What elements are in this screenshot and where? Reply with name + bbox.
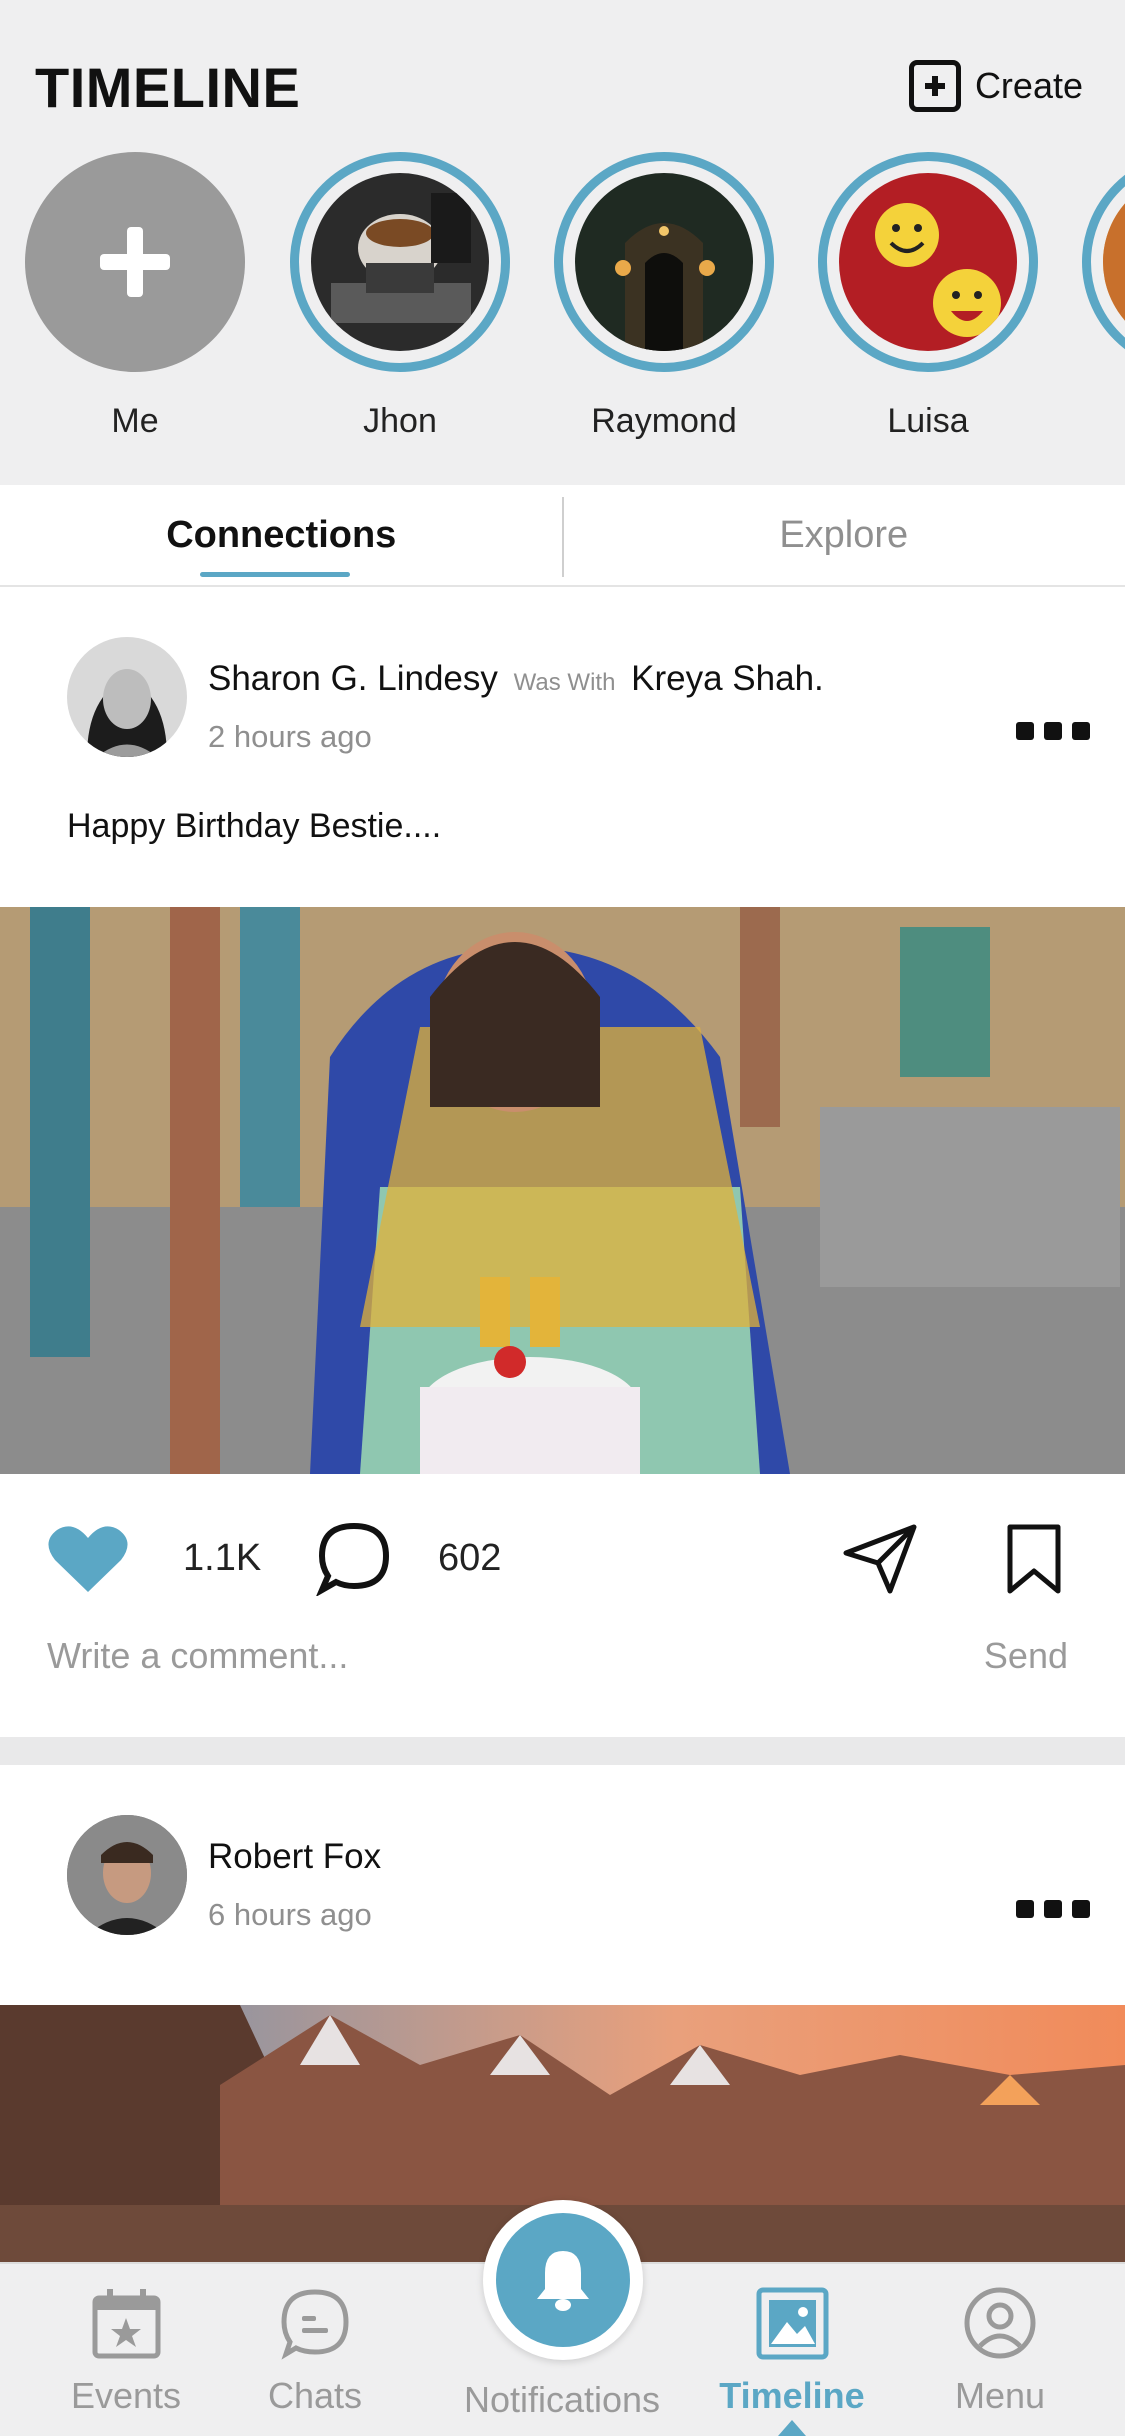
like-count: 1.1K	[183, 1537, 262, 1579]
post-time: 6 hours ago	[208, 1897, 372, 1932]
nav-label: Notifications	[463, 2379, 661, 2420]
story-raymond[interactable]: Raymond	[554, 152, 774, 441]
add-story-plus-icon	[25, 152, 245, 372]
story-name: Me	[111, 402, 159, 440]
post-time: 2 hours ago	[208, 719, 372, 754]
story-jhon[interactable]: Jhon	[290, 152, 510, 441]
stories-row: Me Jhon Raymond Luisa	[0, 152, 1125, 452]
story-ring	[1082, 152, 1125, 372]
user-circle-icon	[963, 2286, 1038, 2361]
chat-bubble-icon	[278, 2286, 353, 2361]
nav-label: Timeline	[719, 2375, 865, 2416]
post-separator	[0, 1737, 1125, 1765]
author-name[interactable]: Sharon G. Lindesy	[208, 659, 498, 698]
nav-label: Events	[70, 2375, 182, 2416]
timeline-header: TIMELINE Create Me Jhon Raymond Luisa	[0, 0, 1125, 485]
active-nav-indicator	[778, 2420, 806, 2436]
nav-menu[interactable]: Menu	[900, 2286, 1100, 2417]
post-actions: 1.1K 602 Write a comment... Send	[0, 1507, 1125, 1676]
avatar[interactable]	[67, 637, 187, 757]
page-title: TIMELINE	[35, 56, 301, 119]
create-label: Create	[974, 65, 1083, 106]
was-with-label: Was With	[513, 669, 616, 696]
tab-divider	[562, 497, 564, 577]
post-card: Robert Fox 6 hours ago	[0, 1765, 1125, 2262]
send-comment-button[interactable]: Send	[984, 1635, 1068, 1677]
send-icon[interactable]	[842, 1523, 918, 1600]
story-partial[interactable]	[1082, 152, 1125, 372]
story-avatar	[1103, 173, 1125, 351]
story-name: Jhon	[363, 402, 437, 440]
story-name: Luisa	[887, 402, 969, 440]
story-ring	[554, 152, 774, 372]
tagged-person[interactable]: Kreya Shah.	[631, 659, 824, 698]
tab-connections[interactable]: Connections	[0, 485, 563, 585]
post-caption: Happy Birthday Bestie....	[67, 807, 442, 845]
heart-icon[interactable]	[47, 1522, 129, 1599]
active-tab-indicator	[200, 572, 350, 577]
bell-icon	[496, 2213, 630, 2347]
bookmark-icon[interactable]	[1006, 1523, 1062, 1600]
avatar[interactable]	[67, 1815, 187, 1935]
story-luisa[interactable]: Luisa	[818, 152, 1038, 441]
story-name: Raymond	[591, 402, 737, 440]
plus-square-icon	[908, 60, 961, 112]
author-name[interactable]: Robert Fox	[208, 1837, 381, 1877]
nav-events[interactable]: Events	[26, 2286, 226, 2417]
story-me[interactable]: Me	[25, 152, 245, 441]
create-button[interactable]: Create	[908, 60, 1083, 112]
post-card: Sharon G. Lindesy Was With Kreya Shah. 2…	[0, 587, 1125, 1737]
post-author-line: Sharon G. Lindesy Was With Kreya Shah.	[208, 659, 824, 699]
nav-label: Menu	[954, 2375, 1046, 2416]
comment-input[interactable]: Write a comment...	[47, 1635, 348, 1677]
feed-tabs: Connections Explore	[0, 485, 1125, 587]
story-ring	[290, 152, 510, 372]
post-photo[interactable]	[0, 907, 1125, 1474]
nav-timeline[interactable]: Timeline	[692, 2286, 892, 2417]
calendar-star-icon	[89, 2286, 164, 2361]
more-options-icon[interactable]	[1016, 1900, 1090, 1918]
notifications-fab[interactable]	[483, 2200, 643, 2360]
story-ring	[818, 152, 1038, 372]
story-avatar	[311, 173, 489, 351]
image-icon	[755, 2286, 830, 2361]
story-avatar	[839, 173, 1017, 351]
comment-icon[interactable]	[315, 1520, 392, 1601]
story-avatar	[575, 173, 753, 351]
comment-count: 602	[438, 1537, 502, 1579]
tab-explore[interactable]: Explore	[563, 485, 1125, 585]
nav-label: Chats	[267, 2375, 363, 2416]
nav-chats[interactable]: Chats	[215, 2286, 415, 2417]
more-options-icon[interactable]	[1016, 722, 1090, 740]
